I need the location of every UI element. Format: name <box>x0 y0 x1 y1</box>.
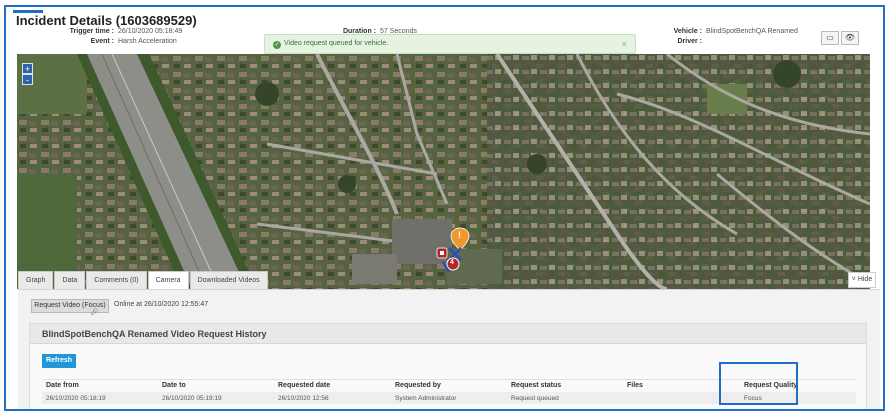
driver-label: Driver : <box>677 38 702 45</box>
col-request-status[interactable]: Request status <box>511 382 561 389</box>
satellite-map[interactable]: + - ! 4 <box>17 54 870 289</box>
toast-message: Video request queued for vehicle. <box>284 40 389 47</box>
tab-comments[interactable]: Comments (0) <box>86 271 147 289</box>
event-value: Harsh Acceleration <box>118 38 177 45</box>
incident-markers[interactable] <box>435 226 475 276</box>
cell-requested-by: System Administrator <box>395 395 457 402</box>
tab-data[interactable]: Data <box>54 271 86 289</box>
event-count-marker: 4 <box>450 259 454 266</box>
cell-date-to: 26/10/2020 05:19:19 <box>162 395 222 402</box>
vehicle-label: Vehicle : <box>673 28 702 35</box>
mouse-cursor-icon: ➚ <box>90 307 99 318</box>
refresh-button[interactable]: Refresh <box>42 354 76 368</box>
trigger-time-label: Trigger time : <box>69 28 114 35</box>
zoom-out-button[interactable]: - <box>22 74 33 85</box>
warning-marker-icon: ! <box>458 230 461 240</box>
zoom-in-button[interactable]: + <box>22 63 33 74</box>
tab-camera[interactable]: Camera <box>147 271 189 289</box>
page-title: Incident Details (1603689529) <box>16 13 197 28</box>
cell-date-from: 26/10/2020 05:18:19 <box>46 395 106 402</box>
col-requested-date[interactable]: Requested date <box>278 382 330 389</box>
vehicle-value: BlindSpotBenchQA Renamed <box>706 28 798 35</box>
request-quality-highlight <box>719 362 798 405</box>
success-toast: ✓ Video request queued for vehicle. × <box>264 34 636 54</box>
check-circle-icon: ✓ <box>273 41 281 49</box>
view-button[interactable]: 👁 <box>841 31 859 45</box>
detail-tabs: Graph Data Comments (0) Camera Downloade… <box>18 271 269 289</box>
online-status: Online at 26/10/2020 12:55:47 <box>114 301 209 308</box>
event-label: Event : <box>90 38 114 45</box>
hide-map-button[interactable]: ˅ Hide <box>848 272 876 288</box>
cell-request-status: Request queued <box>511 395 559 402</box>
toast-close-icon[interactable]: × <box>622 35 627 53</box>
col-files[interactable]: Files <box>627 382 643 389</box>
trigger-time-value: 26/10/2020 05:18:49 <box>118 28 183 35</box>
tab-graph[interactable]: Graph <box>18 271 54 289</box>
toggle-layout-button[interactable]: ▭ <box>821 31 839 45</box>
tab-downloaded-videos[interactable]: Downloaded Videos <box>189 271 268 289</box>
history-title: BlindSpotBenchQA Renamed Video Request H… <box>30 324 866 344</box>
col-date-from[interactable]: Date from <box>46 382 79 389</box>
incident-details-window: Incident Details (1603689529) Trigger ti… <box>4 5 885 411</box>
col-requested-by[interactable]: Requested by <box>395 382 441 389</box>
col-date-to[interactable]: Date to <box>162 382 186 389</box>
cell-requested-date: 26/10/2020 12:56 <box>278 395 329 402</box>
